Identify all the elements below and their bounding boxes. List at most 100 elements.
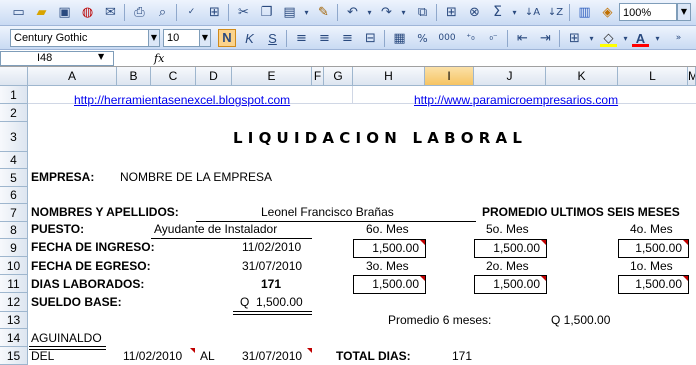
column-header-d[interactable]: D — [196, 67, 232, 86]
underline-button[interactable]: S — [264, 30, 281, 47]
row-header-2[interactable]: 2 — [0, 104, 28, 122]
value-l9[interactable]: 1,500.00 — [618, 239, 689, 258]
print-icon[interactable]: ⎙ — [131, 4, 148, 21]
cut-icon[interactable]: ✂ — [235, 4, 252, 21]
column-header-a[interactable]: A — [28, 67, 117, 86]
font-color-icon[interactable]: A — [632, 30, 649, 47]
row-header-5[interactable]: 5 — [0, 169, 28, 187]
redo-dropdown-icon[interactable]: ▾ — [395, 4, 412, 21]
redo-icon[interactable]: ↷ — [378, 4, 395, 21]
column-header-i[interactable]: I — [425, 67, 474, 86]
link-icon[interactable]: ⧉ — [414, 4, 431, 21]
sort-descending-icon[interactable]: ↓Z — [547, 4, 564, 21]
permission-icon[interactable]: ◍ — [79, 4, 96, 21]
print-preview-icon[interactable]: ⌕ — [154, 4, 171, 21]
column-header-j[interactable]: J — [474, 67, 546, 86]
paste-icon[interactable]: ▤ — [281, 4, 298, 21]
bold-button[interactable]: N — [218, 29, 236, 47]
copy-icon[interactable]: ❐ — [258, 4, 275, 21]
column-header-l[interactable]: L — [618, 67, 688, 86]
promedio-value[interactable]: Q 1,500.00 — [551, 313, 610, 327]
row-header-12[interactable]: 12 — [0, 293, 28, 312]
borders-icon[interactable]: ⊞ — [566, 30, 583, 47]
value-j9[interactable]: 1,500.00 — [474, 239, 547, 258]
puesto-value[interactable]: Ayudante de Instalador — [154, 222, 277, 236]
value-l11[interactable]: 1,500.00 — [618, 275, 689, 294]
decrease-indent-icon[interactable]: ⇤ — [514, 30, 531, 47]
open-folder-icon[interactable]: ▰ — [33, 4, 50, 21]
drawing-icon[interactable]: ◈ — [599, 4, 616, 21]
decrease-decimal-icon[interactable]: ₀⁻ — [485, 30, 502, 47]
egreso-value[interactable]: 31/07/2010 — [242, 259, 302, 273]
fill-color-icon[interactable]: ◇ — [600, 30, 617, 47]
column-header-b[interactable]: B — [117, 67, 151, 86]
research-icon[interactable]: ⊞ — [206, 4, 223, 21]
save-icon[interactable]: ▣ — [56, 4, 73, 21]
row-header-15[interactable]: 15 — [0, 347, 28, 365]
row-header-4[interactable]: 4 — [0, 152, 28, 169]
dias-value[interactable]: 171 — [261, 277, 281, 291]
row-header-13[interactable]: 13 — [0, 312, 28, 329]
row-header-14[interactable]: 14 — [0, 329, 28, 347]
increase-decimal-icon[interactable]: ⁺₀ — [462, 30, 479, 47]
thousands-button[interactable]: 000 — [437, 30, 457, 47]
currency-icon[interactable]: ▦ — [391, 30, 408, 47]
toolbar-options-icon[interactable]: » — [670, 30, 687, 47]
table-icon[interactable]: ⊞ — [443, 4, 460, 21]
empresa-value[interactable]: NOMBRE DE LA EMPRESA — [120, 170, 272, 184]
italic-button[interactable]: K — [241, 30, 258, 47]
autosum-dropdown-icon[interactable]: ▾ — [506, 4, 523, 21]
spelling-icon[interactable]: ✓ — [183, 4, 200, 21]
font-name-select[interactable]: Century Gothic — [10, 29, 160, 47]
value-h11[interactable]: 1,500.00 — [353, 275, 426, 294]
zoom-dropdown-icon[interactable]: ▼ — [677, 3, 691, 21]
undo-icon[interactable]: ↶ — [344, 4, 361, 21]
autosum-icon[interactable]: Σ — [489, 4, 506, 21]
align-left-icon[interactable]: ≡ — [293, 30, 310, 47]
total-dias-value[interactable]: 171 — [452, 349, 472, 363]
row-header-11[interactable]: 11 — [0, 275, 28, 293]
undo-dropdown-icon[interactable]: ▾ — [361, 4, 378, 21]
row-header-7[interactable]: 7 — [0, 204, 28, 222]
font-size-dropdown-icon[interactable]: ▼ — [199, 29, 211, 47]
increase-indent-icon[interactable]: ⇥ — [537, 30, 554, 47]
borders-dropdown-icon[interactable]: ▾ — [583, 30, 600, 47]
function-icon[interactable]: fx — [154, 50, 164, 67]
percent-button[interactable]: % — [414, 30, 431, 47]
email-icon[interactable]: ✉ — [102, 4, 119, 21]
column-header-g[interactable]: G — [324, 67, 353, 86]
link-herramientas[interactable]: http://herramientasenexcel.blogspot.com — [74, 93, 290, 107]
column-header-m[interactable]: M — [688, 67, 696, 86]
align-center-icon[interactable]: ≡ — [316, 30, 333, 47]
row-header-8[interactable]: 8 — [0, 222, 28, 239]
value-h9[interactable]: 1,500.00 — [353, 239, 426, 258]
value-j11[interactable]: 1,500.00 — [474, 275, 547, 294]
column-header-e[interactable]: E — [232, 67, 312, 86]
zoom-select[interactable]: 100% — [619, 3, 677, 21]
font-color-dropdown-icon[interactable]: ▾ — [649, 30, 666, 47]
column-header-c[interactable]: C — [151, 67, 196, 86]
nombres-value[interactable]: Leonel Francisco Brañas — [261, 205, 394, 219]
sort-ascending-icon[interactable]: ↓A — [524, 4, 541, 21]
font-name-dropdown-icon[interactable]: ▼ — [148, 29, 160, 47]
name-box[interactable]: I48 — [0, 51, 114, 66]
paste-dropdown-icon[interactable]: ▾ — [298, 4, 315, 21]
row-header-10[interactable]: 10 — [0, 257, 28, 275]
format-painter-icon[interactable]: ✎ — [315, 4, 332, 21]
formula-input[interactable] — [175, 51, 693, 66]
select-all-corner[interactable] — [0, 67, 28, 86]
row-header-3[interactable]: 3 — [0, 122, 28, 152]
row-header-9[interactable]: 9 — [0, 239, 28, 257]
column-header-k[interactable]: K — [546, 67, 618, 86]
align-right-icon[interactable]: ≡ — [339, 30, 356, 47]
al-value[interactable]: 31/07/2010 — [242, 349, 302, 363]
new-document-icon[interactable]: ▭ — [10, 4, 27, 21]
link-paramicroempresarios[interactable]: http://www.paramicroempresarios.com — [414, 93, 618, 107]
sueldo-value[interactable]: Q 1,500.00 — [240, 295, 303, 309]
row-header-6[interactable]: 6 — [0, 187, 28, 204]
merge-center-icon[interactable]: ⊟ — [362, 30, 379, 47]
name-box-dropdown-icon[interactable]: ▼ — [98, 52, 104, 61]
column-header-f[interactable]: F — [312, 67, 324, 86]
ingreso-value[interactable]: 11/02/2010 — [242, 240, 301, 254]
hyperlink-icon[interactable]: ⊗ — [466, 4, 483, 21]
